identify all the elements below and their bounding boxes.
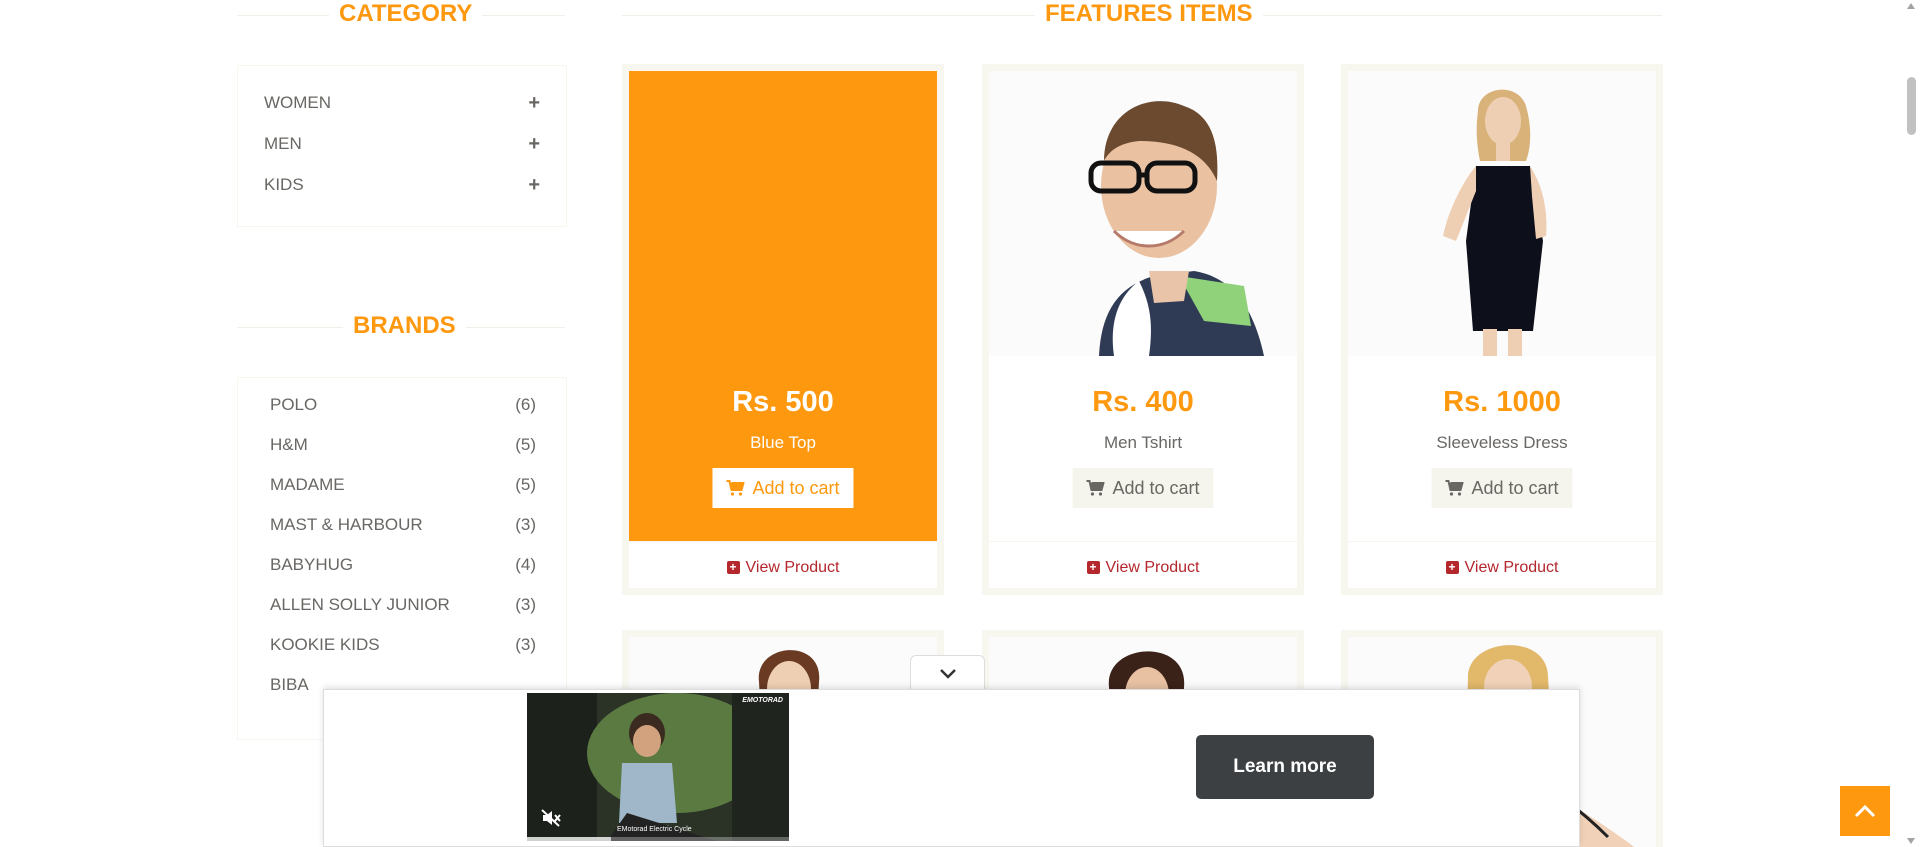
product-image (1348, 71, 1656, 356)
features-heading: FEATURES ITEMS (622, 0, 1662, 30)
category-panel: WOMEN + MEN + KIDS + (237, 65, 567, 227)
brand-label: H&M (270, 435, 308, 454)
product-price: Rs. 1000 (1443, 386, 1561, 418)
plus-icon[interactable]: + (528, 174, 540, 197)
page-scrollbar[interactable] (1903, 0, 1920, 847)
learn-more-button[interactable]: Learn more (1196, 735, 1374, 799)
view-product-link[interactable]: + View Product (1348, 541, 1656, 593)
brand-count: (5) (515, 475, 536, 494)
chevron-up-icon (1854, 804, 1876, 818)
brand-label: ALLEN SOLLY JUNIOR (270, 595, 450, 614)
product-name: Blue Top (750, 433, 816, 452)
brand-count: (3) (515, 595, 536, 614)
add-to-cart-label: Add to cart (752, 477, 840, 498)
plus-square-icon: + (726, 561, 740, 574)
add-to-cart-label: Add to cart (1112, 477, 1200, 498)
category-item-label: KIDS (264, 175, 304, 194)
ad-banner[interactable] (323, 689, 1580, 847)
category-heading: CATEGORY (237, 0, 565, 30)
ad-video-caption: EMotorad Electric Cycle (617, 826, 692, 833)
shopping-cart-icon (1086, 480, 1105, 496)
shopping-cart-icon (726, 480, 745, 496)
brand-item-mast-harbour[interactable]: MAST & HARBOUR (3) (270, 510, 536, 540)
brand-item-babyhug[interactable]: BABYHUG (4) (270, 550, 536, 580)
product-card[interactable]: Rs. 400 Men Tshirt Add to cart + View Pr… (982, 64, 1304, 595)
product-card[interactable]: Rs. 500 Blue Top Add to cart + View Prod… (622, 64, 944, 595)
scroll-to-top-button[interactable] (1840, 786, 1890, 836)
scrollbar-thumb[interactable] (1907, 77, 1916, 135)
category-item-men[interactable]: MEN + (264, 129, 540, 159)
scroll-down-arrow-icon[interactable] (1907, 838, 1915, 844)
add-to-cart-button[interactable]: Add to cart (1072, 468, 1214, 508)
view-product-label: View Product (1105, 558, 1200, 576)
plus-square-icon: + (1445, 561, 1459, 574)
brand-label: BABYHUG (270, 555, 354, 574)
category-title: CATEGORY (329, 0, 483, 28)
ad-video-brand: EMOTORAD (742, 697, 783, 704)
mute-icon[interactable] (541, 809, 561, 827)
brand-count: (5) (515, 435, 536, 454)
view-product-label: View Product (745, 558, 840, 576)
brand-item-madame[interactable]: MADAME (5) (270, 470, 536, 500)
category-item-kids[interactable]: KIDS + (264, 170, 540, 200)
product-card[interactable]: Rs. 1000 Sleeveless Dress Add to cart + … (1341, 64, 1663, 595)
brand-label: MADAME (270, 475, 345, 494)
brand-count: (3) (515, 635, 536, 654)
brand-count: (3) (515, 515, 536, 534)
product-price: Rs. 500 (732, 386, 834, 418)
shopping-cart-icon (1445, 480, 1464, 496)
category-item-label: MEN (264, 134, 302, 153)
video-progress-bar[interactable] (527, 837, 789, 841)
brand-count: (6) (515, 395, 536, 414)
brand-label: POLO (270, 395, 318, 414)
brand-item-polo[interactable]: POLO (6) (270, 390, 536, 420)
add-to-cart-button[interactable]: Add to cart (1431, 468, 1573, 508)
product-image (989, 71, 1297, 356)
plus-square-icon: + (1086, 561, 1100, 574)
brand-item-allen-solly-junior[interactable]: ALLEN SOLLY JUNIOR (3) (270, 590, 536, 620)
brand-label: MAST & HARBOUR (270, 515, 423, 534)
brands-title: BRANDS (343, 312, 466, 340)
brands-panel: POLO (6) H&M (5) MADAME (5) MAST & HARBO… (237, 377, 567, 740)
brand-label: BIBA (270, 675, 309, 694)
chevron-down-icon (939, 668, 956, 679)
view-product-link[interactable]: + View Product (629, 541, 937, 593)
plus-icon[interactable]: + (528, 133, 540, 156)
add-to-cart-label: Add to cart (1471, 477, 1559, 498)
brand-item-hm[interactable]: H&M (5) (270, 430, 536, 460)
product-price: Rs. 400 (1092, 386, 1194, 418)
ad-video[interactable]: EMOTORAD EMotorad Electric Cycle (527, 693, 789, 841)
brand-label: KOOKIE KIDS (270, 635, 380, 654)
category-item-women[interactable]: WOMEN + (264, 88, 540, 118)
product-name: Men Tshirt (1103, 433, 1183, 452)
scroll-up-arrow-icon[interactable] (1907, 3, 1915, 9)
ad-collapse-toggle[interactable] (910, 655, 985, 691)
category-item-label: WOMEN (264, 93, 332, 112)
plus-icon[interactable]: + (528, 92, 540, 115)
brand-item-kookie-kids[interactable]: KOOKIE KIDS (3) (270, 630, 536, 660)
brands-heading: BRANDS (237, 312, 565, 342)
add-to-cart-button[interactable]: Add to cart (712, 468, 854, 508)
brand-count: (4) (515, 555, 536, 574)
features-title: FEATURES ITEMS (1035, 0, 1263, 28)
view-product-link[interactable]: + View Product (989, 541, 1297, 593)
view-product-label: View Product (1464, 558, 1559, 576)
product-name: Sleeveless Dress (1436, 433, 1568, 452)
